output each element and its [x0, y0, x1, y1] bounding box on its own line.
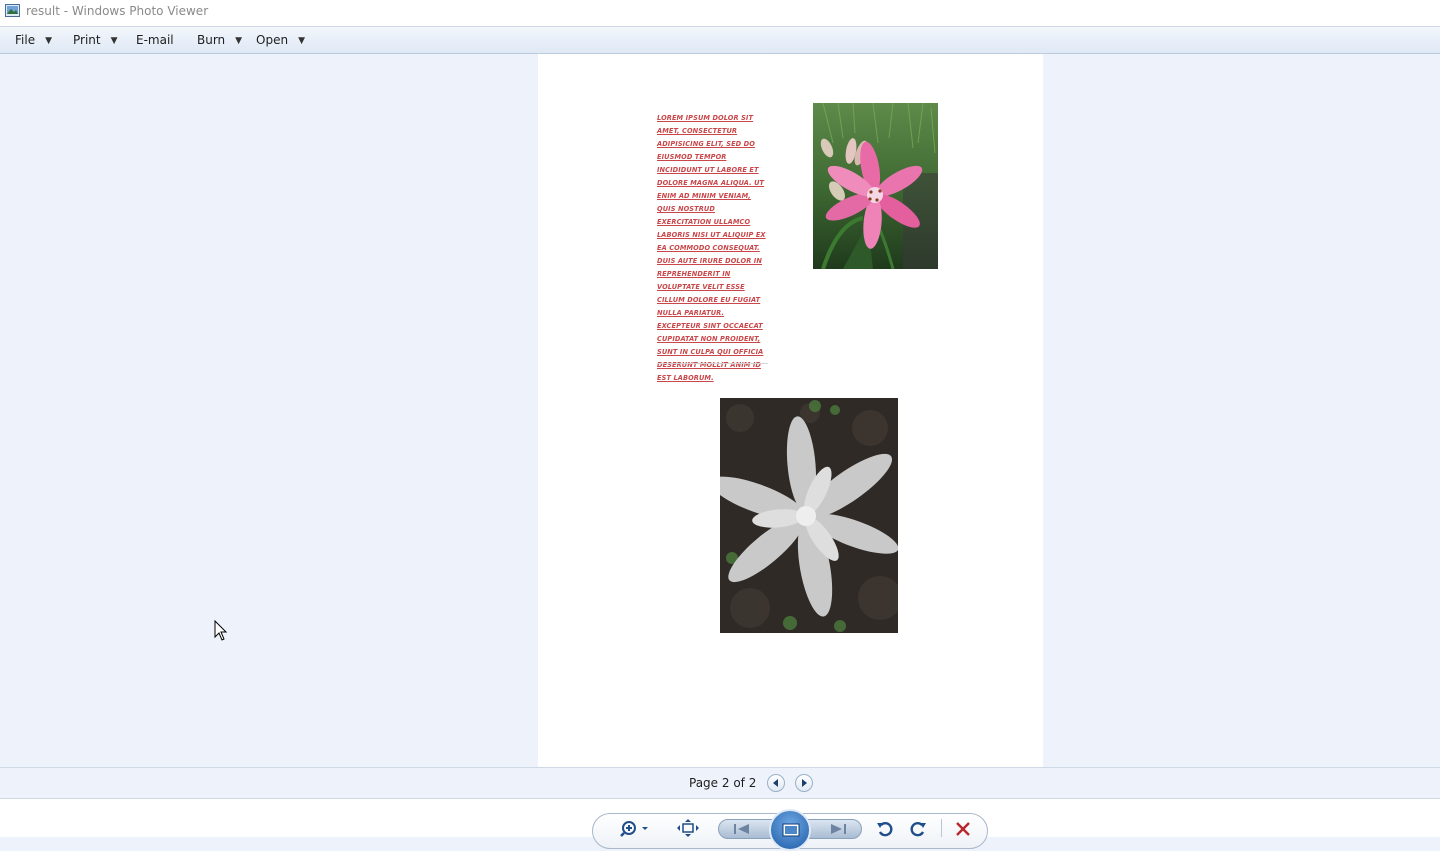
text-underline-divider	[657, 363, 768, 364]
previous-page-button[interactable]	[767, 774, 785, 792]
image-viewport[interactable]: Lorem ipsum dolor sit amet, consectetur …	[0, 54, 1440, 767]
toolbar-divider	[941, 819, 942, 837]
rotate-clockwise-icon[interactable]	[909, 820, 927, 838]
previous-icon[interactable]	[733, 823, 751, 835]
document-page: Lorem ipsum dolor sit amet, consectetur …	[538, 54, 1043, 767]
email-button[interactable]: E-mail	[136, 33, 174, 49]
email-label: E-mail	[136, 33, 174, 47]
title-bar: result - Windows Photo Viewer	[0, 0, 1440, 26]
pink-lily-photo	[813, 103, 938, 269]
rotate-counterclockwise-icon[interactable]	[876, 820, 894, 838]
chevron-down-icon: ▼	[298, 36, 305, 46]
dusty-miller-plant-photo	[720, 398, 898, 633]
menu-bar: File ▼ Print ▼ E-mail Burn ▼ Open ▼	[0, 26, 1440, 54]
next-icon[interactable]	[829, 823, 847, 835]
print-menu-label: Print	[73, 33, 101, 47]
next-page-icon	[802, 779, 807, 787]
slideshow-button[interactable]	[769, 809, 811, 851]
burn-menu-label: Burn	[197, 33, 226, 47]
status-bar: Page 2 of 2	[0, 767, 1440, 799]
delete-icon[interactable]	[955, 821, 971, 837]
window-title: result - Windows Photo Viewer	[26, 4, 209, 18]
chevron-down-icon: ▼	[110, 36, 118, 46]
mouse-pointer-icon	[214, 620, 228, 641]
actual-size-icon[interactable]	[677, 819, 699, 837]
chevron-down-icon: ▼	[235, 36, 243, 46]
file-menu[interactable]: File ▼	[15, 33, 52, 49]
page-indicator: Page 2 of 2	[689, 776, 757, 790]
next-page-button[interactable]	[795, 774, 813, 792]
bottom-toolbar	[0, 799, 1440, 851]
open-menu-label: Open	[256, 33, 289, 47]
burn-menu[interactable]: Burn ▼	[197, 33, 242, 49]
zoom-icon[interactable]	[620, 819, 652, 837]
slideshow-icon	[782, 823, 800, 837]
lorem-text-block: Lorem ipsum dolor sit amet, consectetur …	[657, 114, 766, 382]
photo-viewer-icon	[5, 4, 20, 17]
previous-page-icon	[773, 779, 778, 787]
chevron-down-icon: ▼	[45, 36, 53, 46]
print-menu[interactable]: Print ▼	[73, 33, 118, 49]
file-menu-label: File	[15, 33, 36, 47]
open-menu[interactable]: Open ▼	[256, 33, 305, 49]
